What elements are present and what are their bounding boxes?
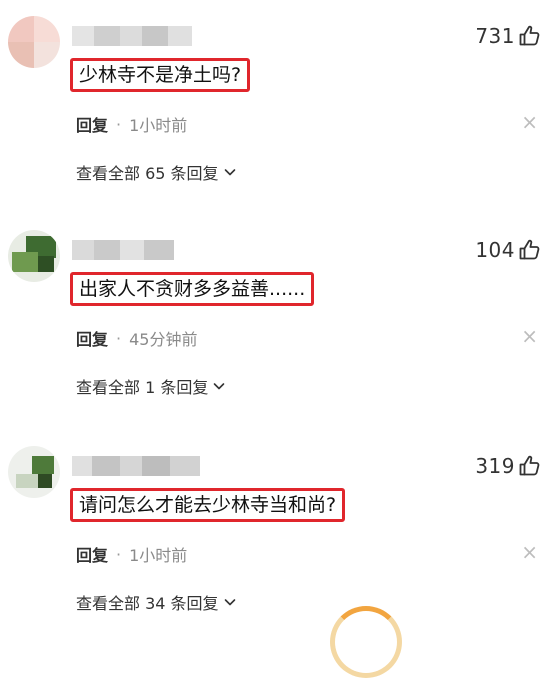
- chevron-down-icon: [224, 599, 235, 606]
- comment-text: 出家人不贪财多多益善......: [70, 272, 315, 306]
- comment-meta: 回复 · 1小时前: [76, 112, 187, 136]
- close-icon[interactable]: ×: [521, 540, 538, 564]
- view-all-replies-label: 查看全部 1 条回复: [76, 378, 209, 397]
- like-count: 731: [475, 24, 515, 48]
- reply-button[interactable]: 回复: [76, 326, 108, 350]
- avatar[interactable]: [8, 16, 60, 68]
- like-count: 104: [475, 238, 515, 262]
- reply-button[interactable]: 回复: [76, 542, 108, 566]
- separator-dot: ·: [116, 544, 122, 564]
- like-count: 319: [475, 454, 515, 478]
- comment-item: 104 出家人不贪财多多益善...... 回复 · 45分钟前 × 查看全部 1…: [0, 214, 554, 428]
- comment-item: 731 少林寺不是净土吗? 回复 · 1小时前 × 查看全部 65 条回复: [0, 0, 554, 214]
- view-all-replies-button[interactable]: 查看全部 34 条回复: [76, 590, 237, 614]
- separator-dot: ·: [116, 328, 122, 348]
- chevron-down-icon: [224, 169, 235, 176]
- comment-meta: 回复 · 1小时前: [76, 542, 187, 566]
- avatar[interactable]: [8, 446, 60, 498]
- loading-spinner-icon: [330, 606, 402, 678]
- chevron-down-icon: [214, 383, 225, 390]
- reply-button[interactable]: 回复: [76, 112, 108, 136]
- thumbs-up-icon: [519, 455, 540, 476]
- view-all-replies-label: 查看全部 65 条回复: [76, 164, 219, 183]
- timestamp: 1小时前: [129, 546, 188, 565]
- like-button[interactable]: 104: [475, 238, 542, 262]
- timestamp: 45分钟前: [129, 330, 198, 349]
- comment-text: 请问怎么才能去少林寺当和尚?: [70, 488, 346, 522]
- thumbs-up-icon: [519, 25, 540, 46]
- close-icon[interactable]: ×: [521, 324, 538, 348]
- timestamp: 1小时前: [129, 116, 188, 135]
- close-icon[interactable]: ×: [521, 110, 538, 134]
- view-all-replies-button[interactable]: 查看全部 1 条回复: [76, 374, 226, 398]
- view-all-replies-label: 查看全部 34 条回复: [76, 594, 219, 613]
- avatar[interactable]: [8, 230, 60, 282]
- comment-item: 319 请问怎么才能去少林寺当和尚? 回复 · 1小时前 × 查看全部 34 条…: [0, 430, 554, 644]
- like-button[interactable]: 319: [475, 454, 542, 478]
- like-button[interactable]: 731: [475, 24, 542, 48]
- thumbs-up-icon: [519, 239, 540, 260]
- separator-dot: ·: [116, 114, 122, 134]
- view-all-replies-button[interactable]: 查看全部 65 条回复: [76, 160, 237, 184]
- comment-text: 少林寺不是净土吗?: [70, 58, 251, 92]
- comment-meta: 回复 · 45分钟前: [76, 326, 197, 350]
